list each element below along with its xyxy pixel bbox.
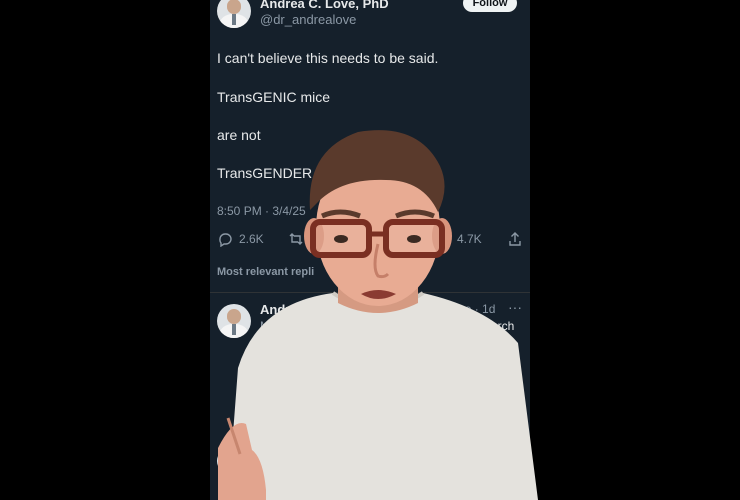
- author-name[interactable]: Andrea C. Love, PhD: [260, 0, 389, 11]
- presenter-overlay: [218, 130, 538, 500]
- tweet-line-1: I can't believe this needs to be said.: [217, 50, 439, 66]
- author-handle[interactable]: @dr_andrealove: [260, 12, 356, 27]
- video-frame: Andrea C. Love, PhD @dr_andrealove Follo…: [0, 0, 740, 500]
- author-avatar[interactable]: [217, 0, 251, 28]
- follow-button[interactable]: Follow: [463, 0, 517, 12]
- tweet-line-2: TransGENIC mice: [217, 89, 331, 105]
